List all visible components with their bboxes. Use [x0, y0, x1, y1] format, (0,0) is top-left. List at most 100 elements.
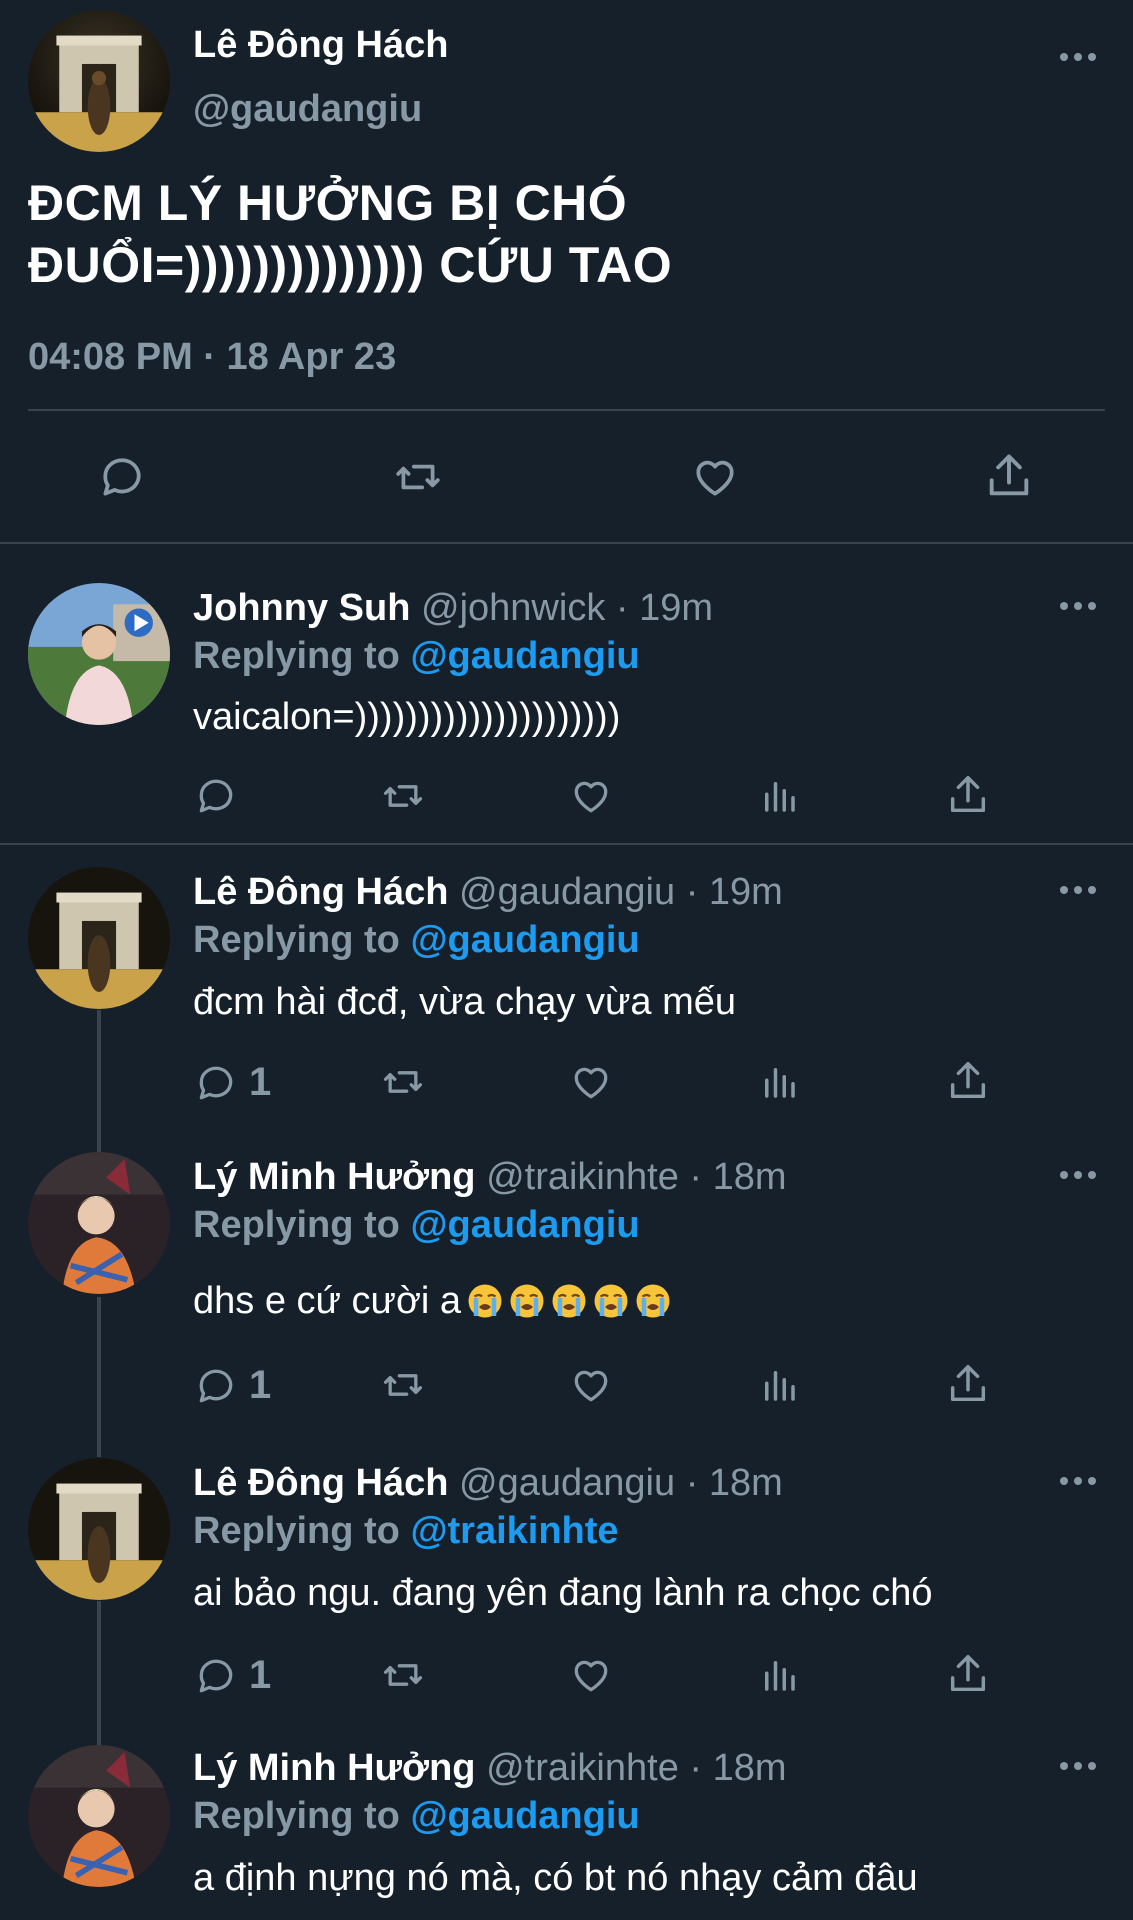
analytics-button[interactable] [758, 774, 800, 818]
crying-face-icon [510, 1284, 544, 1318]
retweet-button[interactable] [378, 1060, 428, 1104]
replying-to: Replying to @gaudangiu [193, 1204, 640, 1247]
reply-tweet[interactable]: Lý Minh Hưởng @traikinhte · 18m Replying… [0, 1130, 1133, 1430]
avatar[interactable] [28, 583, 170, 725]
display-name[interactable]: Johnny Suh [193, 587, 410, 629]
reply-count: 1 [249, 1653, 272, 1697]
share-icon [950, 1365, 986, 1402]
replying-to: Replying to @gaudangiu [193, 1795, 640, 1838]
handle[interactable]: @gaudangiu [459, 1462, 675, 1504]
reply-icon [199, 1066, 233, 1099]
share-button[interactable] [945, 772, 991, 818]
analytics-button[interactable] [758, 1060, 800, 1104]
reply-tweet[interactable]: Lý Minh Hưởng @traikinhte · 18m Replying… [0, 1715, 1133, 1920]
mention-link[interactable]: @traikinhte [410, 1510, 618, 1552]
share-button[interactable] [982, 450, 1036, 502]
analytics-icon [765, 1068, 795, 1098]
reply-icon [199, 1659, 233, 1692]
handle[interactable]: @johnwick [421, 587, 605, 629]
reply-text: ai bảo ngu. đang yên đang lành ra chọc c… [193, 1572, 933, 1614]
reply-button[interactable] [96, 452, 148, 502]
display-name[interactable]: Lý Minh Hưởng [193, 1156, 476, 1198]
avatar[interactable] [28, 1458, 170, 1600]
more-icon[interactable] [1058, 50, 1098, 62]
divider [28, 409, 1105, 411]
reply-author-name[interactable]: Lý Minh Hưởng @traikinhte · 18m [193, 1156, 787, 1199]
reply-icon [103, 458, 141, 496]
reply-author-name[interactable]: Lê Đông Hách @gaudangiu · 19m [193, 871, 783, 914]
avatar[interactable] [28, 1745, 170, 1887]
more-icon[interactable] [1058, 883, 1098, 895]
author-handle[interactable]: @gaudangiu [193, 88, 422, 131]
retweet-button[interactable] [390, 452, 446, 502]
reply-icon [199, 1369, 233, 1402]
reply-button[interactable]: 1 [193, 1060, 271, 1105]
display-name[interactable]: Lê Đông Hách [193, 1462, 448, 1504]
replying-label: Replying to [193, 919, 400, 961]
more-icon[interactable] [1058, 1474, 1098, 1486]
reply-author-name[interactable]: Lê Đông Hách @gaudangiu · 18m [193, 1462, 783, 1505]
reply-time: · 19m [615, 587, 714, 629]
more-icon[interactable] [1058, 1759, 1098, 1771]
analytics-button[interactable] [758, 1363, 800, 1407]
more-icon[interactable] [1058, 599, 1098, 611]
reply-tweet[interactable]: Johnny Suh @johnwick · 19m Replying to @… [0, 543, 1133, 843]
retweet-button[interactable] [378, 774, 428, 818]
reply-button[interactable] [193, 774, 249, 818]
replying-to: Replying to @gaudangiu [193, 635, 640, 678]
share-icon [950, 1062, 986, 1099]
handle[interactable]: @traikinhte [486, 1156, 679, 1198]
crying-face-icon [594, 1284, 628, 1318]
reply-author-name[interactable]: Lý Minh Hưởng @traikinhte · 18m [193, 1747, 787, 1790]
like-button[interactable] [568, 1363, 614, 1407]
reply-button[interactable]: 1 [193, 1363, 271, 1408]
reply-button[interactable]: 1 [193, 1653, 271, 1698]
reply-tweet[interactable]: Lê Đông Hách @gaudangiu · 18m Replying t… [0, 1430, 1133, 1715]
replying-label: Replying to [193, 635, 400, 677]
reply-author-name[interactable]: Johnny Suh @johnwick · 19m [193, 587, 713, 630]
like-button[interactable] [568, 1653, 614, 1697]
avatar[interactable] [28, 1152, 170, 1294]
like-icon [574, 781, 608, 813]
mention-link[interactable]: @gaudangiu [410, 1204, 639, 1246]
mention-link[interactable]: @gaudangiu [410, 919, 639, 961]
like-button[interactable] [688, 452, 742, 502]
analytics-icon [765, 782, 795, 812]
replying-to: Replying to @traikinhte [193, 1510, 619, 1553]
avatar[interactable] [28, 867, 170, 1009]
reply-text: dhs e cứ cười a😭 😭 😭 😭 😭 [193, 1280, 671, 1323]
mention-link[interactable]: @gaudangiu [410, 1795, 639, 1837]
main-tweet: Lê Đông Hách @gaudangiu ĐCM LÝ HƯỞNG BỊ … [0, 0, 1133, 543]
author-name[interactable]: Lê Đông Hách [193, 24, 448, 67]
reply-tweet[interactable]: Lê Đông Hách @gaudangiu · 19m Replying t… [0, 845, 1133, 1130]
retweet-icon [396, 464, 440, 490]
tweet-timestamp[interactable]: 04:08 PM · 18 Apr 23 [28, 336, 396, 379]
replying-label: Replying to [193, 1510, 400, 1552]
mention-link[interactable]: @gaudangiu [410, 635, 639, 677]
tweet-text-line: ĐCM LÝ HƯỞNG BỊ CHÓ [28, 175, 628, 231]
like-icon [574, 1067, 608, 1099]
share-icon [950, 776, 986, 813]
analytics-icon [765, 1371, 795, 1401]
replying-label: Replying to [193, 1204, 400, 1246]
share-button[interactable] [945, 1058, 991, 1104]
share-button[interactable] [945, 1361, 991, 1407]
like-button[interactable] [568, 1060, 614, 1104]
reply-time: · 18m [689, 1747, 787, 1789]
replying-to: Replying to @gaudangiu [193, 919, 640, 962]
retweet-button[interactable] [378, 1653, 428, 1697]
avatar[interactable] [28, 10, 170, 152]
display-name[interactable]: Lê Đông Hách [193, 871, 448, 913]
reply-text: đcm hài đcđ, vừa chạy vừa mếu [193, 981, 737, 1023]
retweet-button[interactable] [378, 1363, 428, 1407]
like-button[interactable] [568, 774, 614, 818]
like-icon [574, 1660, 608, 1692]
handle[interactable]: @traikinhte [486, 1747, 679, 1789]
display-name[interactable]: Lý Minh Hưởng [193, 1747, 476, 1789]
share-button[interactable] [945, 1651, 991, 1697]
reply-icon [199, 779, 233, 813]
analytics-button[interactable] [758, 1653, 800, 1697]
share-icon [950, 1655, 986, 1692]
more-icon[interactable] [1058, 1168, 1098, 1180]
handle[interactable]: @gaudangiu [459, 871, 675, 913]
